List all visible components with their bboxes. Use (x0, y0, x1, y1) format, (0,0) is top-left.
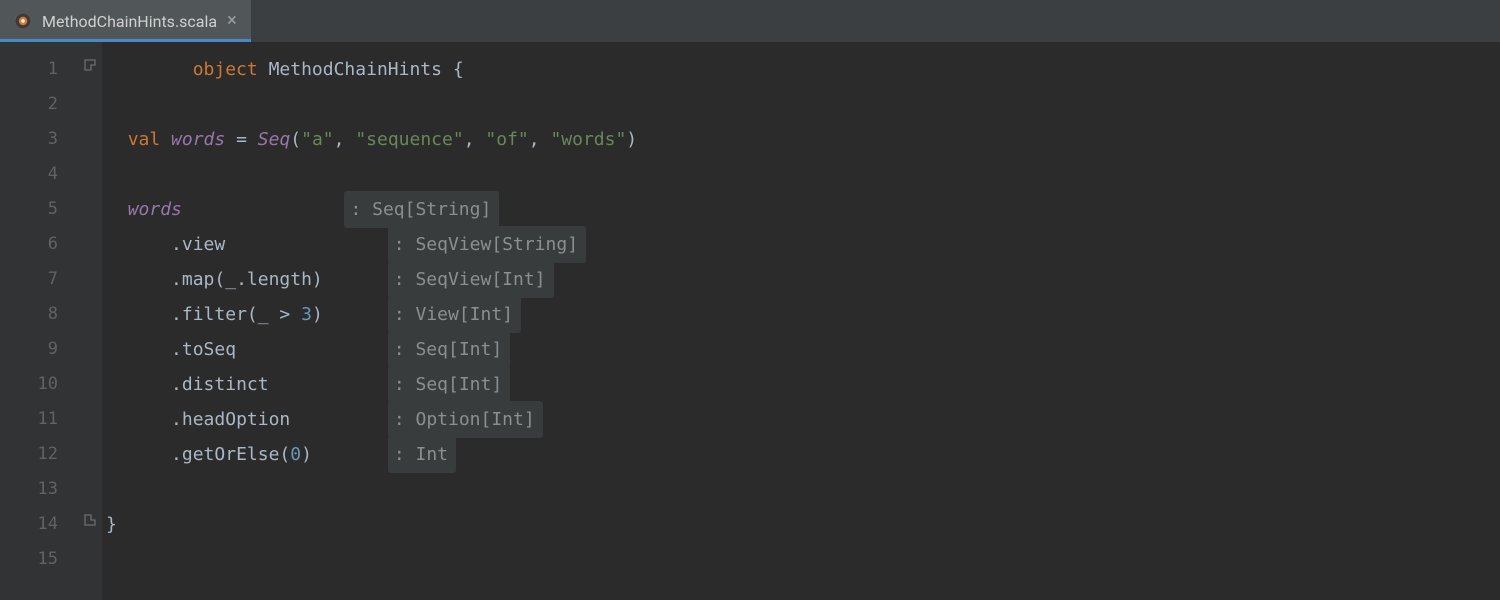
brace-open: { (453, 59, 464, 80)
line-number: 7 (0, 262, 80, 297)
line-number: 3 (0, 122, 80, 157)
brace-close: } (106, 514, 117, 535)
line-number: 14 (0, 507, 80, 542)
fold-column (80, 42, 102, 600)
code-line[interactable]: .filter(_ > 3) : View[Int] (102, 297, 1500, 332)
type-hint: : View[Int] (388, 296, 521, 333)
scala-file-icon (14, 12, 32, 30)
code-line[interactable]: } (102, 507, 1500, 542)
keyword-val: val (128, 129, 161, 150)
type-hint: : Option[Int] (388, 401, 543, 438)
line-number: 10 (0, 367, 80, 402)
line-number: 1 (0, 52, 80, 87)
code-line[interactable]: .toSeq : Seq[Int] (102, 332, 1500, 367)
code-line[interactable]: words : Seq[String] (102, 192, 1500, 227)
code-line[interactable] (102, 542, 1500, 577)
code-line[interactable] (102, 157, 1500, 192)
fold-end-icon[interactable] (83, 511, 97, 525)
type-hint: : SeqView[String] (388, 226, 586, 263)
type-hint: : Seq[Int] (388, 366, 510, 403)
seq-call: Seq (258, 129, 291, 150)
code-line[interactable] (102, 472, 1500, 507)
code-line[interactable]: .getOrElse(0) : Int (102, 437, 1500, 472)
line-number: 13 (0, 472, 80, 507)
gutter: 1 2 3 4 5 6 7 8 9 10 11 12 13 14 15 (0, 42, 80, 600)
val-name: words (171, 129, 225, 150)
type-hint: : Seq[String] (344, 191, 499, 228)
line-number: 9 (0, 332, 80, 367)
line-number: 12 (0, 437, 80, 472)
code-line[interactable]: .view : SeqView[String] (102, 227, 1500, 262)
line-number: 2 (0, 87, 80, 122)
code-line[interactable]: object MethodChainHints { (102, 52, 1500, 87)
type-hint: : Int (388, 436, 456, 473)
code-line[interactable]: val words = Seq("a", "sequence", "of", "… (102, 122, 1500, 157)
ref-words: words (128, 199, 182, 220)
code-line[interactable]: .distinct : Seq[Int] (102, 367, 1500, 402)
editor: 1 2 3 4 5 6 7 8 9 10 11 12 13 14 15 obje… (0, 42, 1500, 600)
code-line[interactable]: .headOption : Option[Int] (102, 402, 1500, 437)
line-number: 6 (0, 227, 80, 262)
line-number: 5 (0, 192, 80, 227)
line-number: 4 (0, 157, 80, 192)
line-number: 11 (0, 402, 80, 437)
fold-start-icon[interactable] (83, 56, 97, 70)
line-number: 15 (0, 542, 80, 577)
type-hint: : SeqView[Int] (388, 261, 554, 298)
type-hint: : Seq[Int] (388, 331, 510, 368)
class-name: MethodChainHints (269, 59, 442, 80)
line-number: 8 (0, 297, 80, 332)
code-area[interactable]: object MethodChainHints { val words = Se… (102, 42, 1500, 600)
code-line[interactable]: .map(_.length) : SeqView[Int] (102, 262, 1500, 297)
keyword-object: object (193, 59, 258, 80)
